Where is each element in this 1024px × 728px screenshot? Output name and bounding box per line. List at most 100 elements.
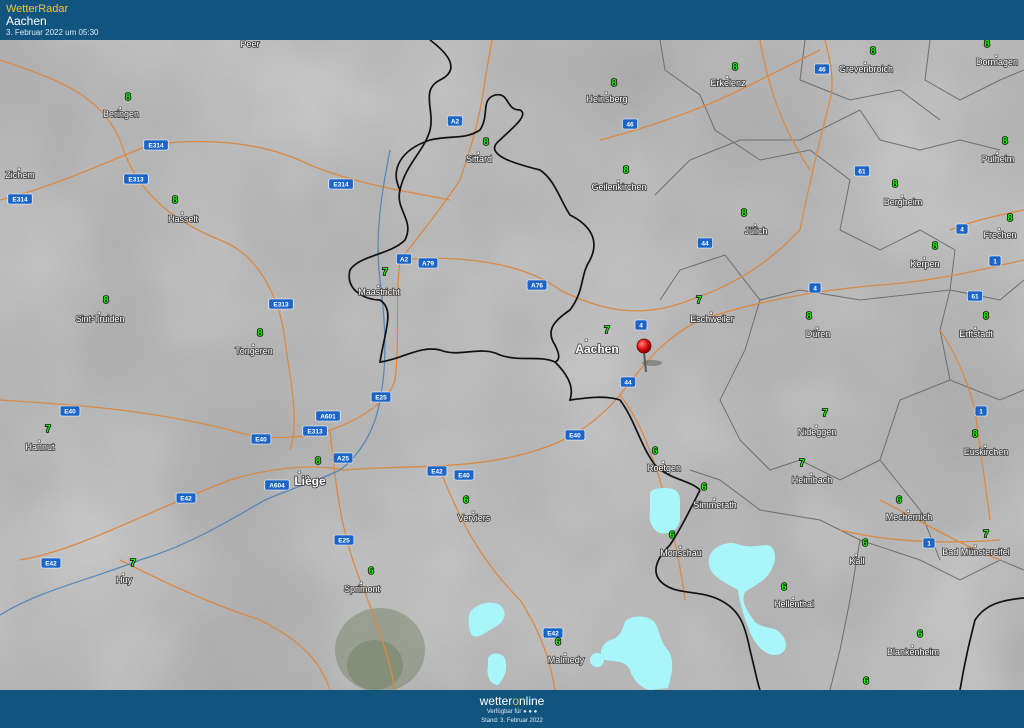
city-name: Hannut: [25, 442, 55, 452]
temperature-value: 8: [257, 328, 263, 339]
road-shield: E314: [143, 139, 169, 151]
temperature-value: 8: [1002, 136, 1008, 147]
city-name: Monschau: [660, 548, 702, 558]
city-name: Zichem: [5, 170, 35, 180]
available-platforms: Verfügbar für ● ● ●: [486, 709, 538, 715]
road-number: A25: [337, 455, 349, 462]
temperature-value: 8: [611, 78, 617, 89]
city-name: Liège: [294, 474, 326, 488]
road-shield: 61: [854, 165, 870, 177]
temperature-value: 8: [623, 165, 629, 176]
temperature-value: 6: [781, 582, 787, 593]
road-number: A76: [531, 282, 543, 289]
road-number: 46: [818, 66, 826, 73]
temperature-value: 8: [892, 179, 898, 190]
road-shield: E313: [123, 173, 149, 185]
road-number: E25: [338, 537, 350, 544]
temperature-value: 8: [972, 429, 978, 440]
road-shield: A604: [264, 479, 290, 491]
road-number: A601: [320, 413, 336, 420]
road-shield: 61: [967, 290, 983, 302]
temperature-value: 6: [701, 482, 707, 493]
road-shield: E40: [250, 433, 272, 445]
app-header: WetterRadar Aachen 3. Februar 2022 um 05…: [0, 0, 1024, 40]
city-marker[interactable]: Zichem: [4, 167, 36, 181]
road-number: 44: [701, 240, 709, 247]
city-name: Blankenheim: [887, 647, 939, 657]
city-name: Bergheim: [884, 197, 923, 207]
road-number: E42: [45, 560, 57, 567]
city-name: Beringen: [103, 109, 139, 119]
city-name: Hellenthal: [774, 599, 814, 609]
temperature-value: 8: [741, 208, 747, 219]
road-shield: A2: [396, 253, 412, 265]
road-number: E314: [12, 196, 28, 203]
road-shield: A2: [447, 115, 463, 127]
road-shield: E40: [564, 429, 586, 441]
city-name: Sint-Truiden: [76, 314, 125, 324]
road-shield: E313: [268, 298, 294, 310]
road-shield: 46: [622, 118, 638, 130]
road-number: 4: [639, 322, 643, 329]
city-name: Grevenbroich: [839, 64, 893, 74]
road-number: 1: [993, 258, 997, 265]
road-number: A2: [400, 256, 409, 263]
road-number: A79: [422, 260, 434, 267]
temperature-value: 8: [932, 241, 938, 252]
city-name: Malmedy: [548, 655, 585, 665]
city-name: Tongeren: [235, 346, 273, 356]
city-name: Roetgen: [647, 463, 681, 473]
temperature-value: 8: [1007, 213, 1013, 224]
road-number: E40: [64, 408, 76, 415]
road-number: E42: [431, 468, 443, 475]
city-name: Kall: [849, 556, 864, 566]
temperature-value: 7: [130, 558, 136, 569]
temperature-value: 6: [896, 495, 902, 506]
logo-prefix: wetter: [479, 694, 513, 708]
road-shield: E40: [59, 405, 81, 417]
city-name: Jülich: [744, 226, 767, 236]
radar-map[interactable]: E314E313E314E314A2A2A79A7646466144441614…: [0, 40, 1024, 690]
temperature-value: 7: [696, 295, 702, 306]
road-shield: E25: [333, 534, 355, 546]
road-shield: A601: [315, 410, 341, 422]
road-shield: E40: [453, 469, 475, 481]
city-name: Geilenkirchen: [591, 182, 646, 192]
road-shield: 44: [620, 376, 636, 388]
temperature-value: 7: [822, 408, 828, 419]
temperature-value: 6: [862, 538, 868, 549]
temperature-value: 7: [45, 424, 51, 435]
city-name: Simmerath: [693, 500, 737, 510]
road-shield: A79: [417, 257, 439, 269]
city-name: Euskirchen: [964, 447, 1009, 457]
road-number: E40: [255, 436, 267, 443]
temperature-value: 8: [315, 456, 321, 467]
city-marker[interactable]: Peer: [240, 40, 261, 50]
temperature-value: 8: [870, 46, 876, 57]
temperature-value: 7: [604, 325, 610, 336]
road-shield: 44: [697, 237, 713, 249]
city-name: Hasselt: [168, 214, 199, 224]
road-shield: E42: [175, 492, 197, 504]
app-footer: wetteronline Verfügbar für ● ● ● Stand: …: [0, 690, 1024, 728]
temperature-value: 8: [983, 311, 989, 322]
road-shield: 1: [988, 255, 1002, 267]
city-name: Nideggen: [798, 427, 837, 437]
road-shield: 4: [955, 223, 969, 235]
city-name: Dormagen: [976, 57, 1018, 67]
city-name: Erkelenz: [710, 78, 746, 88]
city-name: Peer: [240, 40, 259, 49]
location-title: Aachen: [6, 14, 47, 28]
road-shield: A25: [332, 452, 354, 464]
road-number: 1: [979, 408, 983, 415]
city-name: Pulheim: [982, 154, 1015, 164]
road-number: E313: [273, 301, 289, 308]
road-number: 4: [960, 226, 964, 233]
city-name: Eschweiler: [690, 314, 734, 324]
road-shield: E42: [426, 465, 448, 477]
road-shield: A76: [526, 279, 548, 291]
road-number: 44: [624, 379, 632, 386]
road-shield: 4: [808, 282, 822, 294]
city-marker[interactable]: 6: [862, 675, 870, 688]
temperature-value: 8: [125, 92, 131, 103]
